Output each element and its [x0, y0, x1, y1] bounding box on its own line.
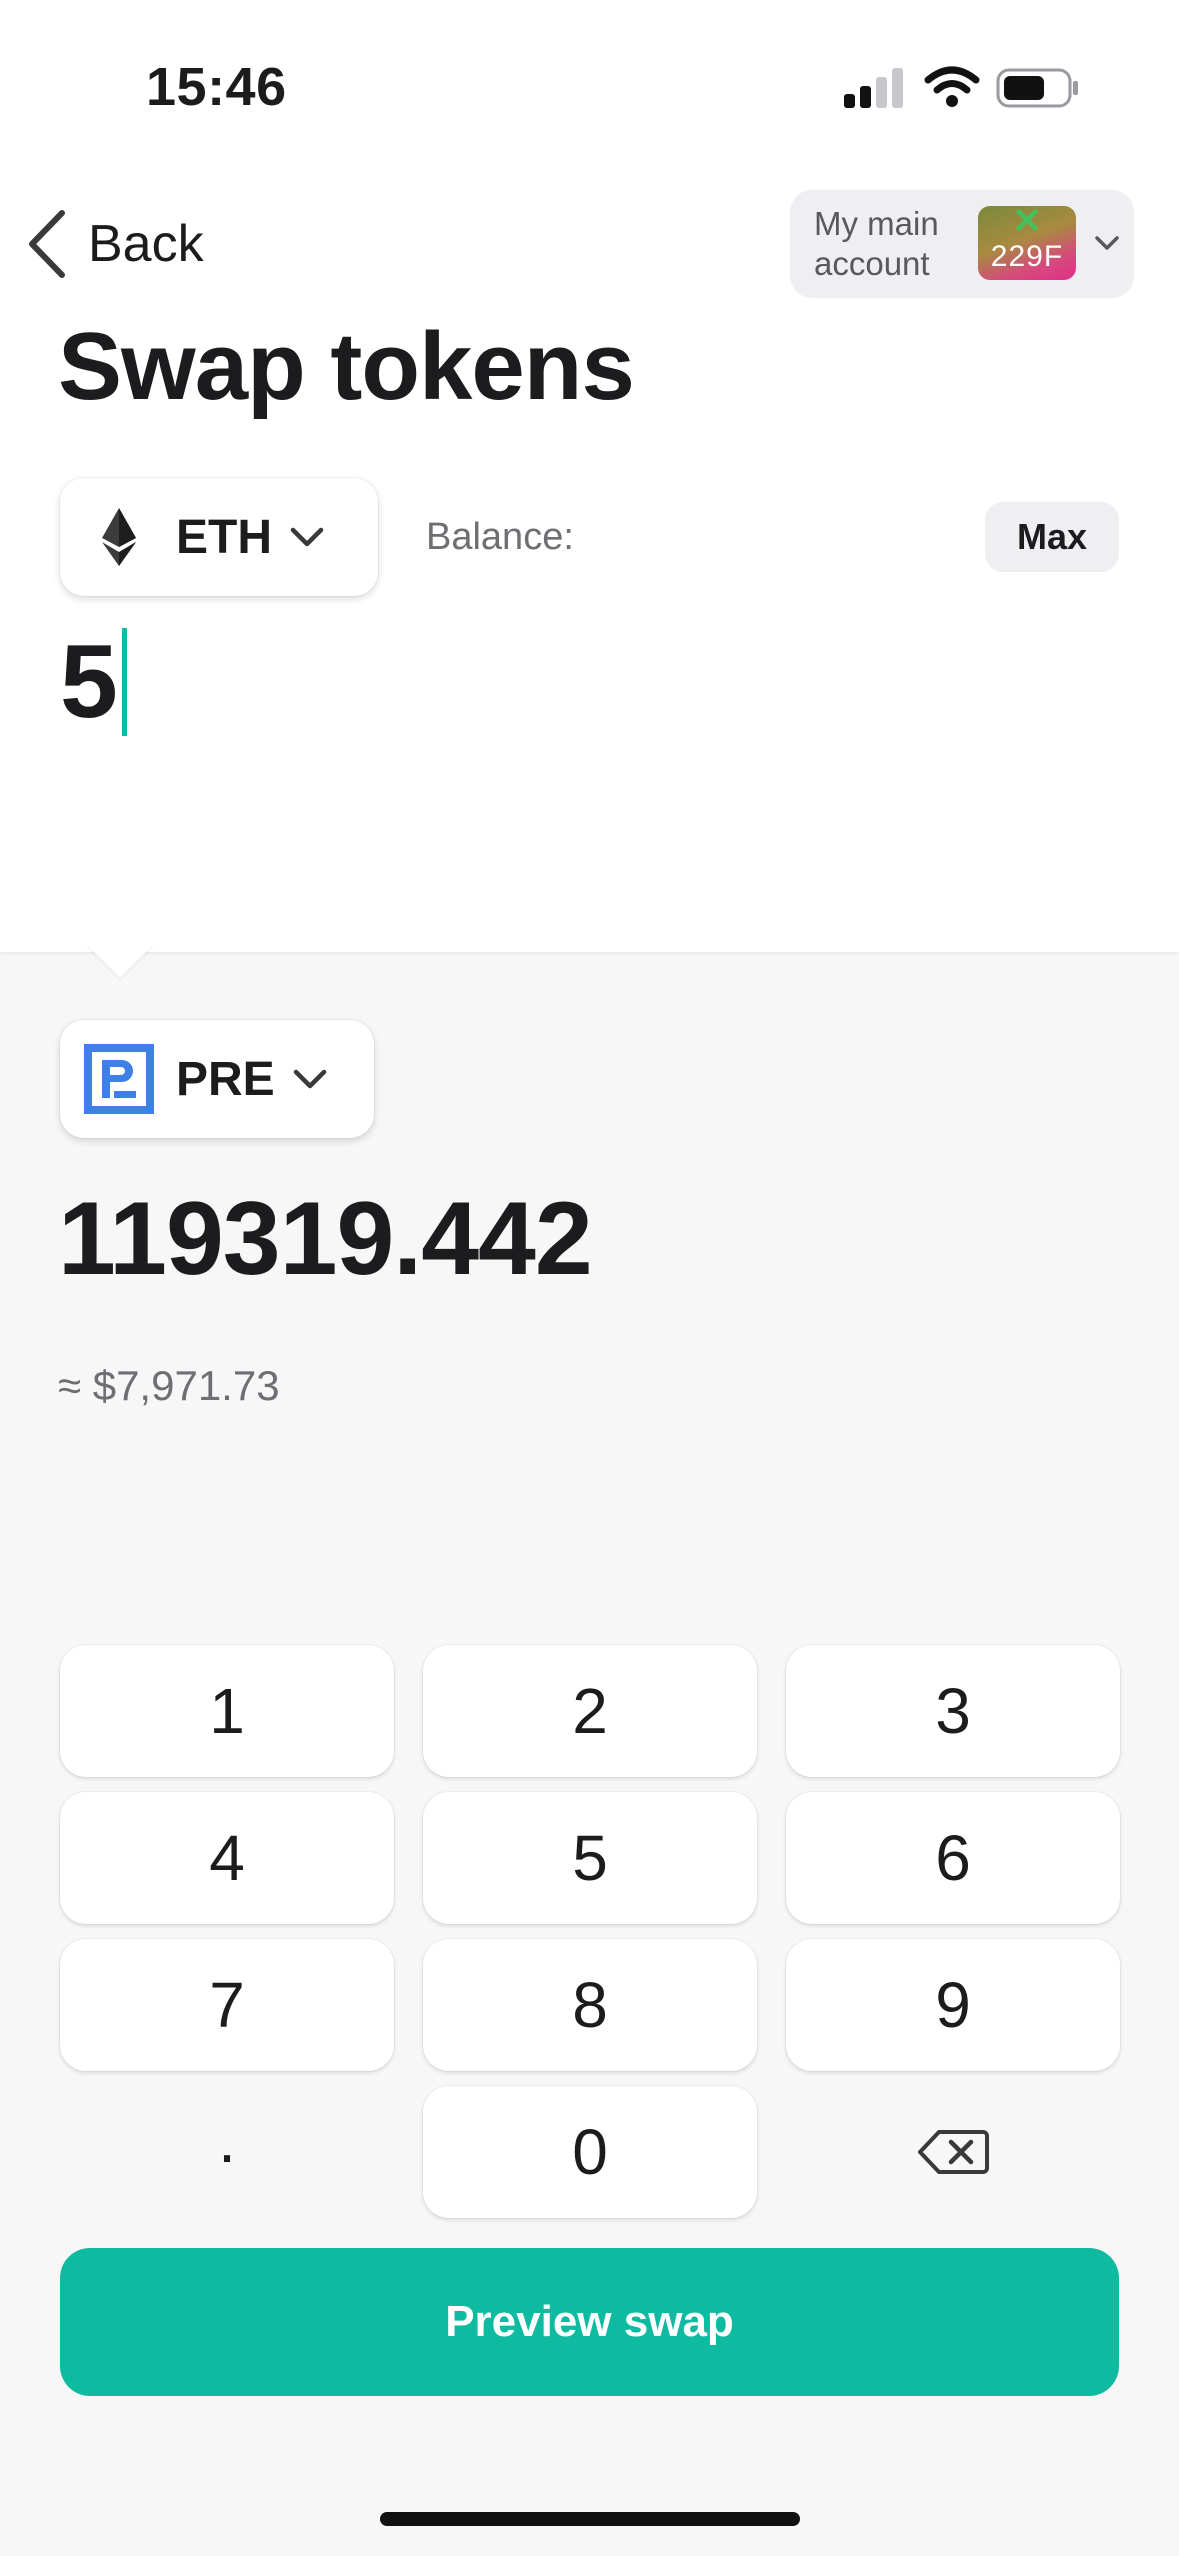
key-5[interactable]: 5 [423, 1792, 757, 1924]
account-avatar: ✕ 229F [978, 206, 1076, 280]
presearch-icon [84, 1044, 154, 1114]
account-switcher[interactable]: My main account ✕ 229F [790, 190, 1134, 298]
page-title: Swap tokens [58, 313, 635, 420]
from-token-selector[interactable]: ETH [60, 478, 378, 596]
chevron-down-icon [290, 527, 324, 547]
ethereum-icon [102, 508, 136, 566]
battery-icon [996, 68, 1078, 108]
status-time: 15:46 [146, 57, 287, 117]
wifi-icon [924, 66, 980, 107]
key-2[interactable]: 2 [423, 1645, 757, 1777]
signal-icon [844, 68, 903, 108]
key-decimal[interactable]: . [60, 2086, 394, 2218]
fiat-value: ≈ $7,971.73 [58, 1362, 280, 1409]
amount-value: 5 [60, 623, 118, 740]
key-9[interactable]: 9 [786, 1939, 1120, 2071]
chevron-down-icon [293, 1069, 326, 1089]
output-amount: 119319.442 [58, 1181, 593, 1297]
to-token-selector[interactable]: PRE [60, 1020, 374, 1138]
account-name: My main account [814, 205, 939, 282]
preview-swap-button[interactable]: Preview swap [60, 2248, 1119, 2396]
avatar-mark: ✕ [1012, 206, 1043, 241]
key-backspace[interactable] [786, 2086, 1120, 2218]
key-6[interactable]: 6 [786, 1792, 1120, 1924]
balance-label: Balance: [426, 516, 574, 558]
max-button[interactable]: Max [985, 502, 1119, 572]
key-8[interactable]: 8 [423, 1939, 757, 2071]
text-caret [121, 628, 127, 736]
key-4[interactable]: 4 [60, 1792, 394, 1924]
panel-pointer [86, 944, 154, 978]
key-7[interactable]: 7 [60, 1939, 394, 2071]
key-decimal-label: . [218, 2104, 236, 2176]
back-button[interactable]: Back [24, 206, 204, 282]
avatar-label: 229F [990, 240, 1064, 273]
key-1[interactable]: 1 [60, 1645, 394, 1777]
key-0[interactable]: 0 [423, 2086, 757, 2218]
to-token-symbol: PRE [176, 1052, 275, 1106]
chevron-left-icon [29, 210, 65, 278]
home-indicator [380, 2512, 800, 2526]
source-token-panel [0, 0, 1179, 952]
back-label: Back [88, 215, 204, 273]
backspace-icon [918, 2130, 989, 2174]
from-token-symbol: ETH [176, 510, 272, 564]
amount-input[interactable]: 5 [60, 622, 127, 742]
key-3[interactable]: 3 [786, 1645, 1120, 1777]
chevron-down-icon [1095, 236, 1119, 250]
